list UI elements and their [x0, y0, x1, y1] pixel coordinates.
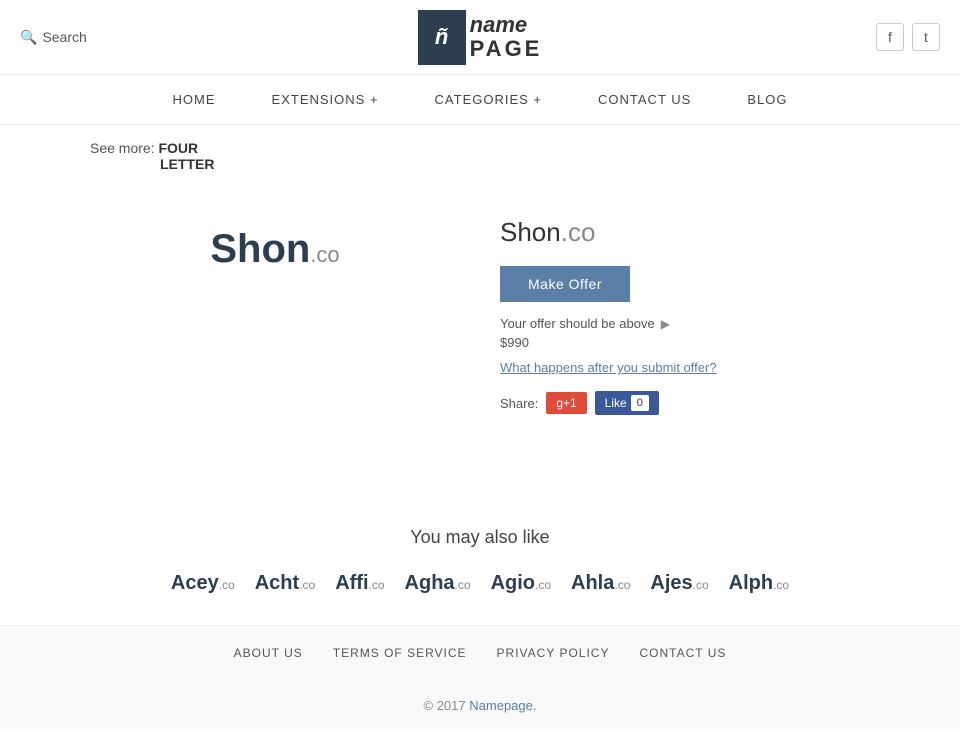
domain-card-name: Alph — [729, 572, 773, 594]
domain-card-tld: .co — [455, 578, 471, 592]
footer-contact[interactable]: CONTACT US — [639, 646, 726, 660]
domain-card[interactable]: Ahla.co — [571, 572, 630, 595]
domain-card-tld: .co — [535, 578, 551, 592]
copyright-year: © 2017 — [424, 698, 466, 713]
footer-copyright: © 2017 Namepage. — [0, 680, 960, 731]
breadcrumb: See more: FOUR LETTER — [0, 125, 960, 187]
domain-card-name: Acht — [255, 572, 299, 594]
domain-info: Shon.co Make Offer Your offer should be … — [500, 207, 870, 487]
social-links: f t — [876, 23, 940, 51]
header: 🔍 Search ñ name PAGE f t — [0, 0, 960, 75]
navigation: HOME EXTENSIONS + CATEGORIES + CONTACT U… — [0, 75, 960, 125]
brand-link[interactable]: Namepage. — [469, 698, 536, 713]
domain-card-tld: .co — [693, 578, 709, 592]
domain-logo-display: Shon.co — [210, 227, 339, 272]
offer-amount: $990 — [500, 335, 870, 350]
nav-categories[interactable]: CATEGORIES + — [407, 78, 570, 121]
domain-logo-area: Shon.co — [90, 207, 460, 487]
domain-card-name: Ahla — [571, 572, 614, 594]
domain-title: Shon.co — [500, 217, 870, 248]
search-button[interactable]: 🔍 Search — [20, 29, 87, 46]
share-label: Share: — [500, 396, 538, 411]
logo[interactable]: ñ name PAGE — [418, 10, 543, 65]
facebook-icon[interactable]: f — [876, 23, 904, 51]
facebook-like-button[interactable]: Like 0 — [595, 391, 659, 415]
offer-hint-text: Your offer should be above — [500, 316, 655, 331]
domain-card[interactable]: Acey.co — [171, 572, 235, 595]
domain-card-name: Affi — [335, 572, 368, 594]
domain-card-name: Ajes — [650, 572, 692, 594]
search-label: Search — [42, 29, 86, 45]
main-content: Shon.co Shon.co Make Offer Your offer sh… — [0, 187, 960, 507]
domain-card-name: Agha — [405, 572, 455, 594]
domain-card-tld: .co — [369, 578, 385, 592]
domain-card-tld: .co — [219, 578, 235, 592]
also-like-title: You may also like — [40, 527, 920, 548]
twitter-icon[interactable]: t — [912, 23, 940, 51]
domain-card-tld: .co — [773, 578, 789, 592]
logo-icon: ñ — [435, 24, 448, 50]
domain-card-tld: .co — [299, 578, 315, 592]
offer-hint: Your offer should be above ▶ — [500, 316, 870, 331]
nav-home[interactable]: HOME — [145, 78, 244, 121]
logo-text: name PAGE — [470, 13, 543, 61]
google-plus-button[interactable]: g+1 — [546, 392, 586, 414]
breadcrumb-link-letter[interactable]: LETTER — [90, 156, 214, 172]
domain-card[interactable]: Ajes.co — [650, 572, 708, 595]
domain-card[interactable]: Alph.co — [729, 572, 789, 595]
also-like-section: You may also like Acey.coAcht.coAffi.coA… — [0, 507, 960, 625]
search-icon: 🔍 — [20, 29, 37, 46]
breadcrumb-link-four[interactable]: FOUR — [158, 140, 198, 156]
fb-like-label: Like — [605, 396, 627, 410]
domain-card[interactable]: Affi.co — [335, 572, 384, 595]
nav-extensions[interactable]: EXTENSIONS + — [244, 78, 407, 121]
domain-title-tld: .co — [561, 217, 596, 247]
logo-page: PAGE — [470, 37, 543, 61]
nav-contact[interactable]: CONTACT US — [570, 78, 719, 121]
like-count: 0 — [631, 395, 649, 411]
logo-icon-box: ñ — [418, 10, 466, 65]
domain-card-name: Agio — [491, 572, 535, 594]
share-row: Share: g+1 Like 0 — [500, 391, 870, 415]
footer-terms[interactable]: TERMS OF SERVICE — [333, 646, 467, 660]
domain-logo-name: Shon — [210, 227, 310, 271]
breadcrumb-prefix: See more: — [90, 140, 155, 156]
domain-title-name: Shon — [500, 217, 561, 247]
domain-list: Acey.coAcht.coAffi.coAgha.coAgio.coAhla.… — [40, 572, 920, 595]
domain-card-name: Acey — [171, 572, 219, 594]
arrow-icon: ▶ — [661, 317, 670, 331]
footer-privacy[interactable]: PRIVACY POLICY — [497, 646, 610, 660]
domain-logo-tld: .co — [310, 242, 339, 267]
domain-card[interactable]: Acht.co — [255, 572, 315, 595]
logo-name: name — [470, 13, 543, 37]
domain-card[interactable]: Agha.co — [405, 572, 471, 595]
footer-links: ABOUT US TERMS OF SERVICE PRIVACY POLICY… — [0, 625, 960, 680]
what-happens-link[interactable]: What happens after you submit offer? — [500, 360, 870, 375]
nav-blog[interactable]: BLOG — [719, 78, 815, 121]
make-offer-button[interactable]: Make Offer — [500, 266, 630, 302]
footer-about[interactable]: ABOUT US — [234, 646, 303, 660]
domain-card-tld: .co — [614, 578, 630, 592]
domain-card[interactable]: Agio.co — [491, 572, 551, 595]
